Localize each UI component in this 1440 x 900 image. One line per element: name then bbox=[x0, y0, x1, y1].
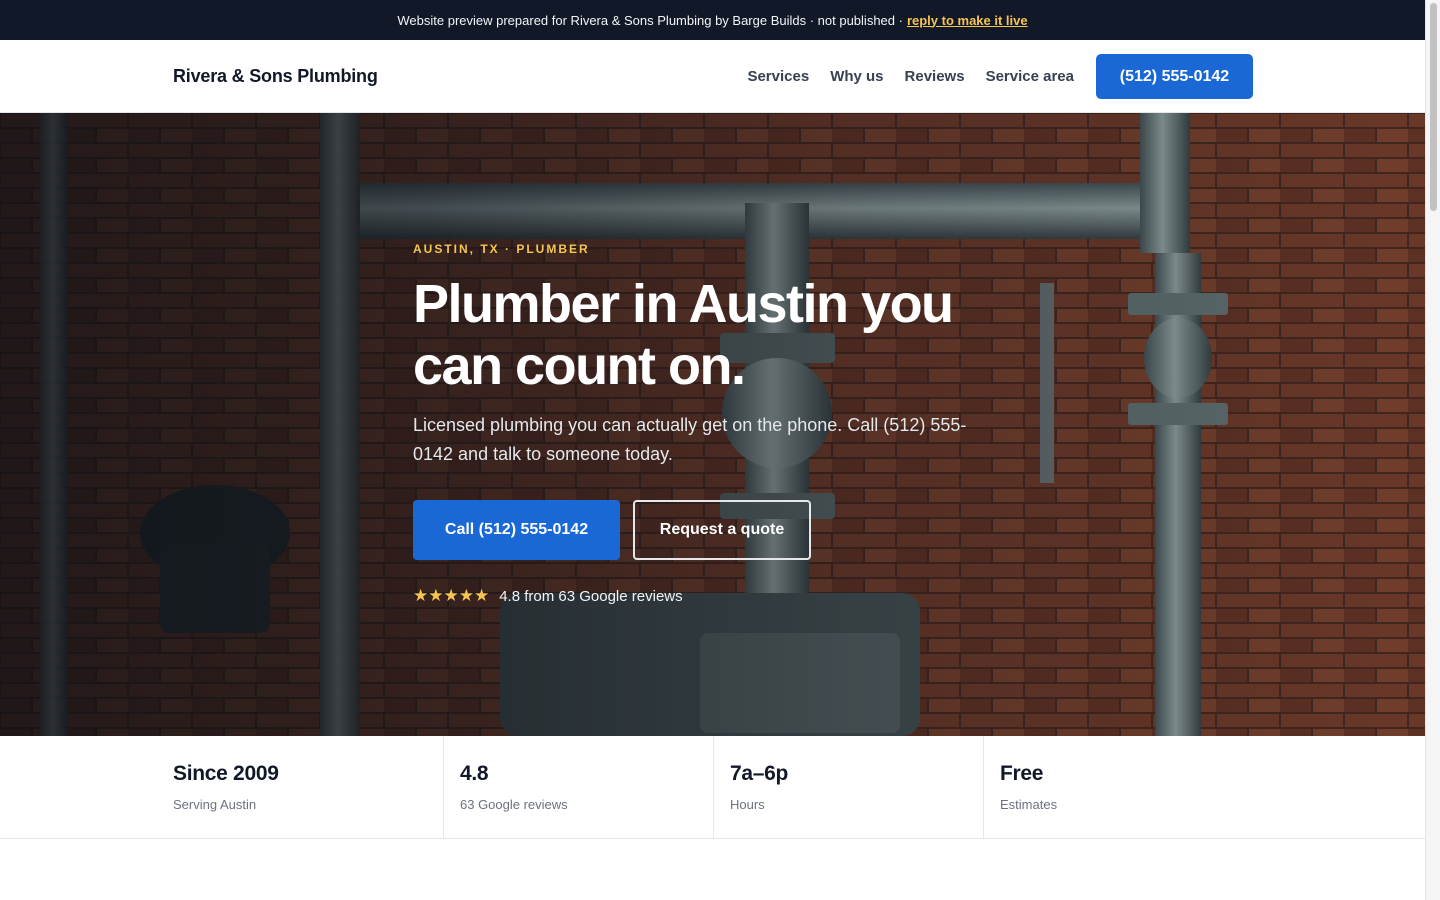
nav-services[interactable]: Services bbox=[747, 68, 809, 85]
hero-subtitle: Licensed plumbing you can actually get o… bbox=[413, 415, 967, 464]
stat-divider bbox=[443, 736, 444, 839]
hero-title: Plumber in Austin you can count on. bbox=[413, 274, 954, 396]
site-header: Rivera & Sons Plumbing Services Why us R… bbox=[0, 40, 1425, 113]
brand-name[interactable]: Rivera & Sons Plumbing bbox=[173, 66, 378, 87]
main-nav: Services Why us Reviews Service area (51… bbox=[747, 54, 1253, 99]
stat-value: 4.8 bbox=[460, 762, 489, 785]
preview-banner: Website preview prepared for Rivera & So… bbox=[0, 0, 1425, 40]
page: Website preview prepared for Rivera & So… bbox=[0, 0, 1425, 900]
make-live-link[interactable]: reply to make it live bbox=[907, 13, 1028, 28]
hero-eyebrow: AUSTIN, TX · PLUMBER bbox=[413, 242, 590, 256]
request-quote-button[interactable]: Request a quote bbox=[633, 500, 811, 560]
stat-label: Hours bbox=[730, 797, 765, 812]
hero-section: AUSTIN, TX · PLUMBER Plumber in Austin y… bbox=[0, 113, 1425, 736]
stat-label: Estimates bbox=[1000, 797, 1058, 812]
call-button[interactable]: Call (512) 555-0142 bbox=[413, 500, 620, 560]
hero-cta-row: Call (512) 555-0142 Request a quote bbox=[413, 500, 811, 560]
hero-rating: ★★★★★ 4.8 from 63 Google reviews bbox=[413, 586, 683, 606]
stat-value: Since 2009 bbox=[173, 762, 279, 785]
header-phone-button[interactable]: (512) 555-0142 bbox=[1096, 54, 1253, 99]
scrollbar-thumb[interactable] bbox=[1430, 3, 1437, 211]
stat-value: Free bbox=[1000, 762, 1044, 785]
stat-label: 63 Google reviews bbox=[460, 797, 568, 812]
nav-why-us[interactable]: Why us bbox=[830, 68, 883, 85]
star-rating-icon: ★★★★★ bbox=[413, 586, 490, 605]
banner-text: Website preview prepared for Rivera & So… bbox=[397, 12, 903, 28]
stat-divider bbox=[713, 736, 714, 839]
stat-value: 7a–6p bbox=[730, 762, 789, 785]
stat-label: Serving Austin bbox=[173, 797, 257, 812]
stats-strip: Since 2009 Serving Austin 4.8 63 Google … bbox=[0, 736, 1425, 839]
page-scrollbar[interactable] bbox=[1425, 0, 1440, 900]
nav-service-area[interactable]: Service area bbox=[986, 68, 1074, 85]
nav-reviews[interactable]: Reviews bbox=[905, 68, 965, 85]
rating-text: 4.8 from 63 Google reviews bbox=[499, 587, 683, 605]
stat-divider bbox=[983, 736, 984, 839]
